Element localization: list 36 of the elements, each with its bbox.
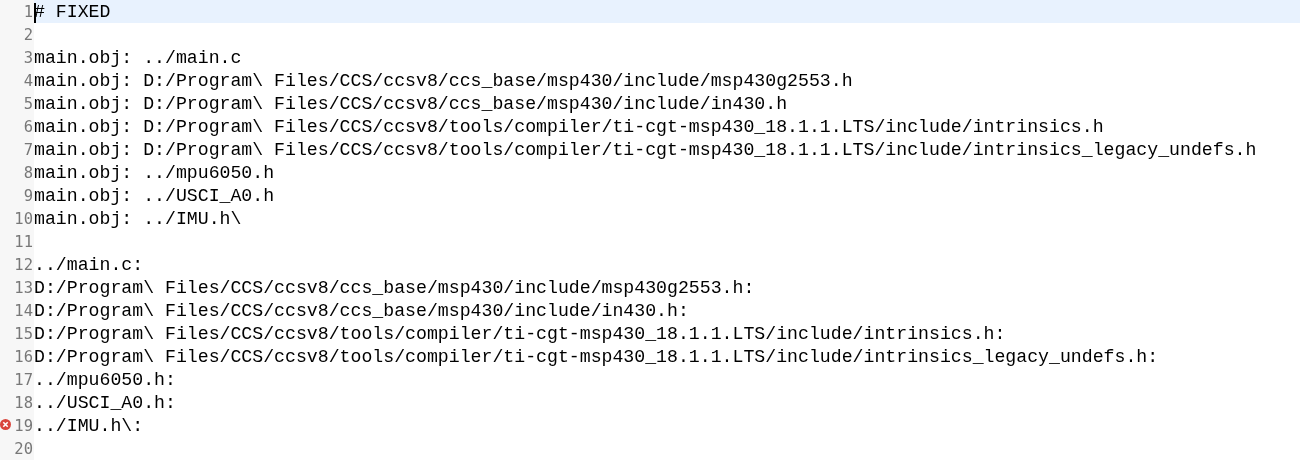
code-line: main.obj: D:/Program\ Files/CCS/ccsv8/tools/compiler/ti-cgt-msp430_18.1.1.LTS/include/intrinsics.h	[34, 116, 1104, 137]
line-number: 16	[14, 347, 34, 366]
code-line: D:/Program\ Files/CCS/ccsv8/tools/compiler/ti-cgt-msp430_18.1.1.LTS/include/intrinsics_legacy_undefs.h:	[34, 346, 1159, 367]
line-number: 18	[14, 393, 34, 412]
code-line: D:/Program\ Files/CCS/ccsv8/ccs_base/msp430/include/in430.h:	[34, 300, 689, 321]
line-number: 12	[14, 255, 34, 274]
code-line: D:/Program\ Files/CCS/ccsv8/tools/compiler/ti-cgt-msp430_18.1.1.LTS/include/intrinsics.h:	[34, 323, 1006, 344]
code-line: main.obj: ../USCI_A0.h	[34, 185, 275, 206]
line-number: 6	[23, 117, 34, 136]
code-line: ../main.c:	[34, 254, 144, 275]
code-line: main.obj: ../mpu6050.h	[34, 162, 275, 183]
line-number: 10	[14, 209, 34, 228]
code-line: ../mpu6050.h:	[34, 369, 176, 390]
line-number: 19	[14, 416, 34, 435]
line-number: 11	[14, 232, 34, 251]
code-line: main.obj: ../main.c	[34, 47, 242, 68]
line-number: 15	[14, 324, 34, 343]
code-line: ../USCI_A0.h:	[34, 392, 176, 413]
line-number: 13	[14, 278, 34, 297]
line-number: 9	[23, 186, 34, 205]
line-number: 7	[23, 140, 34, 159]
code-line: main.obj: D:/Program\ Files/CCS/ccsv8/ccs_base/msp430/include/msp430g2553.h	[34, 70, 853, 91]
line-number: 1	[23, 2, 34, 21]
line-number: 2	[23, 25, 34, 44]
code-line: main.obj: D:/Program\ Files/CCS/ccsv8/tools/compiler/ti-cgt-msp430_18.1.1.LTS/include/intrinsics_legacy_undefs.h	[34, 139, 1257, 160]
code-line: D:/Program\ Files/CCS/ccsv8/ccs_base/msp430/include/msp430g2553.h:	[34, 277, 755, 298]
code-line: main.obj: D:/Program\ Files/CCS/ccsv8/ccs_base/msp430/include/in430.h	[34, 93, 788, 114]
line-number: 17	[14, 370, 34, 389]
line-number: 20	[14, 439, 34, 458]
line-number: 4	[23, 71, 34, 90]
line-number: 8	[23, 163, 34, 182]
line-number: 3	[23, 48, 34, 67]
code-line: ../IMU.h\:	[34, 415, 144, 436]
line-number: 14	[14, 301, 34, 320]
code-line: main.obj: ../IMU.h\	[34, 208, 242, 229]
line-number: 5	[23, 94, 34, 113]
